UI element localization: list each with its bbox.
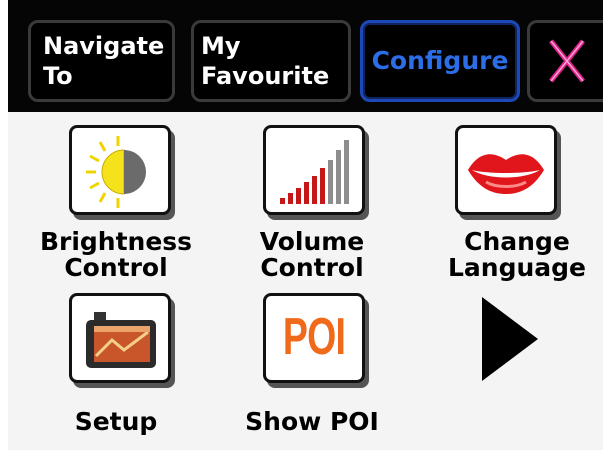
- play-arrow-icon[interactable]: [482, 297, 538, 381]
- setup-label-line1: Setup: [74, 407, 158, 436]
- show-poi-label: Show POI: [212, 409, 412, 435]
- gps-device-icon: [69, 293, 171, 383]
- brightness-label-line2: Control: [64, 253, 168, 282]
- brightness-control-label: Brightness Control: [16, 229, 216, 281]
- volume-label-line1: Volume: [259, 227, 365, 256]
- brightness-icon: [69, 125, 171, 215]
- poi-icon-text: POI: [282, 308, 346, 366]
- language-label-line2: Language: [447, 253, 586, 282]
- tab-navigate-to-line2: To: [43, 62, 73, 90]
- tab-my-favourite[interactable]: My Favourite: [191, 20, 351, 102]
- tab-configure-label: Configure: [371, 46, 509, 75]
- close-icon: [548, 39, 585, 83]
- top-bar: Navigate To My Favourite Configure: [8, 0, 603, 112]
- volume-icon: [263, 125, 365, 215]
- show-poi-label-line1: Show POI: [245, 407, 379, 436]
- close-button[interactable]: [527, 20, 603, 102]
- language-label-line1: Change: [464, 227, 570, 256]
- lips-icon: [455, 125, 557, 215]
- tab-configure[interactable]: Configure: [360, 20, 520, 102]
- brightness-label-line1: Brightness: [39, 227, 193, 256]
- volume-control-label: Volume Control: [212, 229, 412, 281]
- tab-navigate-to[interactable]: Navigate To: [28, 20, 175, 102]
- screen: Navigate To My Favourite Configure Brigh…: [8, 0, 603, 450]
- setup-label: Setup: [16, 409, 216, 435]
- tab-navigate-to-line1: Navigate: [43, 32, 165, 60]
- volume-label-line2: Control: [260, 253, 364, 282]
- tab-my-favourite-line2: Favourite: [201, 62, 330, 90]
- poi-icon: POI: [263, 293, 365, 383]
- change-language-label: Change Language: [417, 229, 603, 281]
- tab-my-favourite-line1: My: [201, 32, 241, 60]
